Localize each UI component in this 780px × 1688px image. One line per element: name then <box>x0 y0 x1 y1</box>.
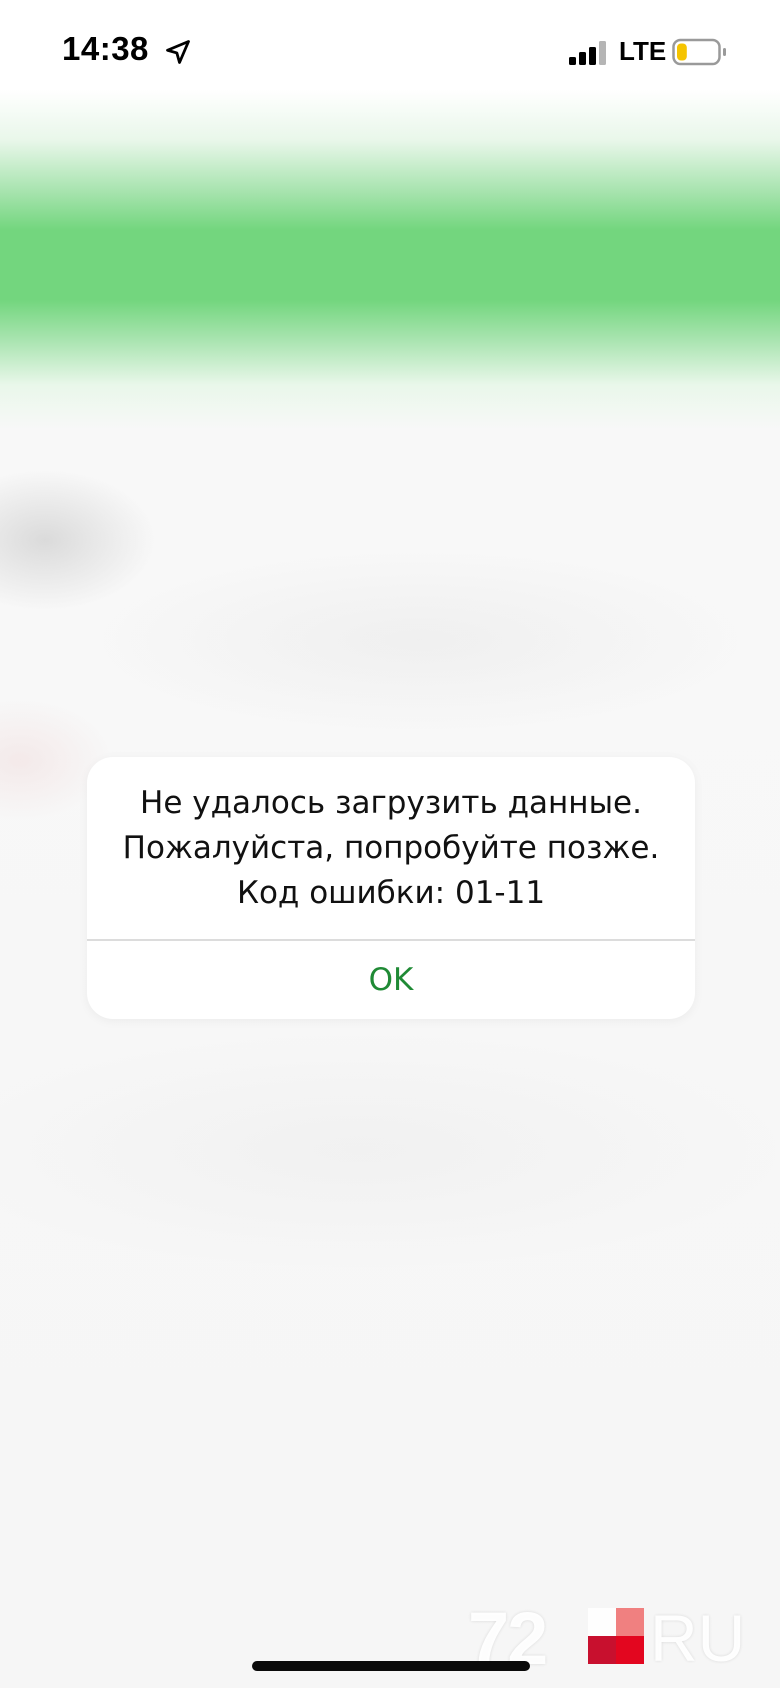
alert-message: Не удалось загрузить данные. Пожалуйста,… <box>87 781 695 916</box>
status-time: 14:38 <box>62 30 149 67</box>
battery-low-icon <box>672 38 726 66</box>
alert-message-line: Не удалось загрузить данные. <box>140 785 642 821</box>
72ru-logo-icon <box>588 1608 644 1664</box>
location-arrow-icon <box>166 40 190 64</box>
alert-message-line: Пожалуйста, попробуйте позже. <box>122 830 660 866</box>
network-type-label: LTE <box>619 36 667 66</box>
ok-button[interactable]: OK <box>87 941 695 1019</box>
home-indicator[interactable] <box>252 1661 530 1671</box>
watermark-suffix: RU <box>650 1601 746 1675</box>
error-alert-dialog: Не удалось загрузить данные. Пожалуйста,… <box>87 757 695 1019</box>
cellular-signal-icon <box>569 41 606 65</box>
alert-error-code: Код ошибки: 01-11 <box>236 875 546 911</box>
